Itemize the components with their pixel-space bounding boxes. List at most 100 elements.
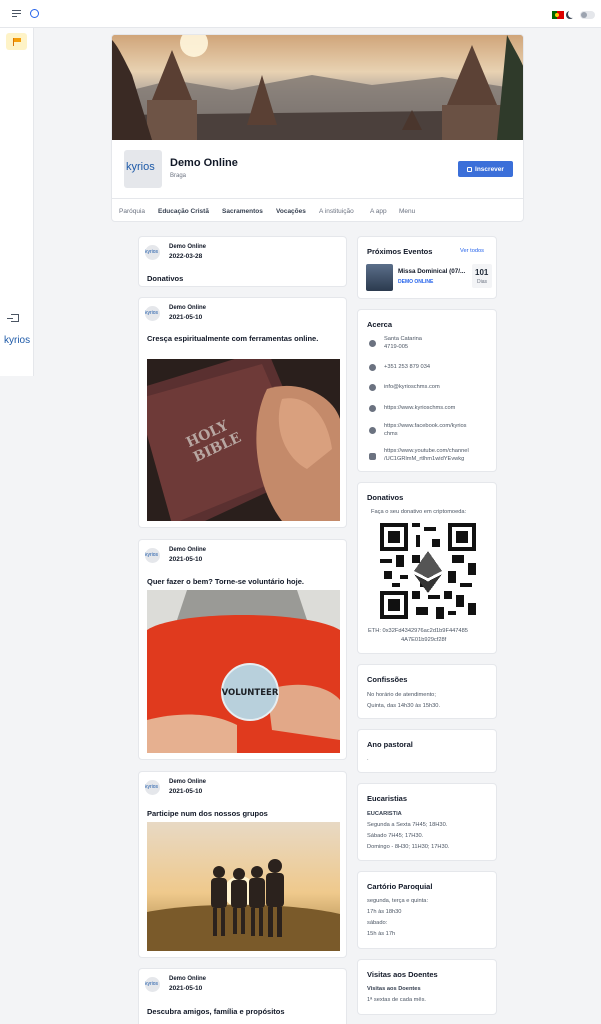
facebook-icon [369, 427, 376, 434]
confessions-title: Confissões [367, 675, 408, 684]
portugal-flag-icon[interactable] [552, 11, 564, 19]
sidebar: kyrios [0, 28, 34, 376]
registry-line-1: segunda, terça e quinta: [367, 898, 429, 904]
registry-card: Cartório Paroquial segunda, terça e quin… [357, 871, 497, 949]
tab-paroquia[interactable]: Paróquia [119, 208, 145, 215]
donations-title: Donativos [367, 493, 404, 502]
hamburger-icon[interactable] [12, 10, 21, 18]
visits-card: Visitas aos Doentes Visitas aos Doentes … [357, 959, 497, 1015]
profile-location: Braga [170, 173, 187, 179]
moon-icon[interactable] [568, 10, 576, 18]
about-title: Acerca [367, 320, 393, 329]
tab-a-app[interactable]: A app [370, 208, 387, 215]
avatar: kyrios [145, 780, 160, 795]
post-date: 2021-05-10 [169, 556, 203, 563]
profile-name: Demo Online [170, 157, 238, 169]
post-card[interactable]: kyrios Demo Online 2021-05-10 Participe … [138, 771, 347, 958]
pastoral-card: Ano pastoral . [357, 729, 497, 773]
event-days-badge: 101 Dias [472, 264, 492, 288]
registry-line-2: 17h às 18h30 [367, 909, 402, 915]
post-card[interactable]: kyrios Demo Online 2021-05-10 Cresça esp… [138, 297, 347, 528]
youtube-link-line-2[interactable]: /UC1GRlmM_rtlhm1widYEvwkg [384, 455, 464, 464]
qr-code [380, 523, 476, 619]
post-title[interactable]: Descubra amigos, família e propósitos [147, 1007, 337, 1017]
email-link[interactable]: info@kyrioschms.com [384, 383, 440, 392]
post-author[interactable]: Demo Online [169, 244, 206, 250]
profile-logo: kyrios [124, 150, 162, 188]
tab-sacramentos[interactable]: Sacramentos [222, 208, 263, 215]
post-author[interactable]: Demo Online [169, 976, 206, 982]
post-date: 2022-03-28 [169, 253, 203, 260]
volunteer-badge-image[interactable]: VOLUNTEER [147, 590, 340, 753]
facebook-link-line-2[interactable]: chms [384, 430, 398, 439]
youtube-icon [369, 453, 376, 460]
see-all-link[interactable]: Ver todos [460, 247, 484, 256]
visits-heading: Visitas aos Doentes [367, 986, 421, 992]
eucharist-line-3: Domingo - 8H30; 11H30; 17H30. [367, 844, 450, 850]
avatar: kyrios [145, 548, 160, 563]
tab-educacao-crista[interactable]: Educação Cristã [158, 208, 209, 215]
registry-line-4: 15h às 17h [367, 931, 396, 937]
avatar: kyrios [145, 245, 160, 260]
address-line-2: 4719-005 [384, 344, 409, 350]
post-title[interactable]: Participe num dos nossos grupos [147, 809, 337, 819]
post-author[interactable]: Demo Online [169, 779, 206, 785]
email-icon [369, 384, 376, 391]
eucharist-card: Eucaristias EUCARISTIA Segunda a Sexta 7… [357, 783, 497, 861]
eucharist-line-2: Sábado 7H45; 17H30. [367, 833, 424, 839]
flag-icon[interactable] [6, 33, 27, 50]
tab-vocacoes[interactable]: Vocações [276, 208, 306, 215]
link-icon [369, 405, 376, 412]
eucharist-title: Eucaristias [367, 794, 408, 803]
event-thumbnail[interactable] [366, 264, 393, 291]
eucharist-line-1: Segunda a Sexta 7H45; 18H30. [367, 822, 448, 828]
registry-line-3: sábado: [367, 920, 388, 926]
eucharist-heading: EUCARISTIA [367, 811, 402, 817]
location-icon [369, 340, 376, 347]
confessions-line-2: Quinta, das 14h30 às 15h30. [367, 703, 441, 709]
cover-image [112, 35, 523, 140]
login-icon[interactable] [7, 314, 19, 322]
post-author[interactable]: Demo Online [169, 305, 206, 311]
tab-a-instituicao[interactable]: A instituição [319, 208, 354, 215]
group-sunset-image[interactable] [147, 822, 340, 951]
about-card: Acerca Santa Catarina 4719-005 +351 253 … [357, 309, 497, 472]
donations-card: Donativos Faça o seu donativo em criptom… [357, 482, 497, 654]
subscribe-button[interactable]: Inscrever [458, 161, 513, 177]
post-title[interactable]: Cresça espiritualmente com ferramentas o… [147, 334, 337, 344]
post-date: 2021-05-10 [169, 788, 203, 795]
post-card[interactable]: kyrios Demo Online 2021-05-10 Descubra a… [138, 968, 347, 1024]
website-link[interactable]: https://www.kyrioschms.com [384, 404, 455, 413]
event-tag: DEMO ONLINE [398, 279, 434, 285]
profile-card: kyrios Demo Online Braga Inscrever Paróq… [111, 34, 524, 222]
phone-link[interactable]: +351 253 879 034 [384, 363, 430, 372]
post-card[interactable]: kyrios Demo Online 2022-03-28 Donativos [138, 236, 347, 287]
visits-title: Visitas aos Doentes [367, 970, 438, 979]
event-title[interactable]: Missa Dominical (07/... [398, 268, 465, 277]
theme-toggle[interactable] [580, 11, 595, 19]
events-title: Próximos Eventos [367, 247, 433, 256]
pastoral-text: . [367, 756, 369, 762]
avatar: kyrios [145, 977, 160, 992]
confessions-card: Confissões No horário de atendimento; Qu… [357, 664, 497, 719]
top-bar [0, 0, 601, 28]
sidebar-logo[interactable]: kyrios [4, 335, 30, 346]
phone-icon [369, 364, 376, 371]
post-date: 2021-05-10 [169, 314, 203, 321]
visits-text: 1ª sextas de cada mês. [367, 997, 427, 1003]
post-title[interactable]: Donativos [147, 274, 337, 284]
tab-menu[interactable]: Menu [399, 208, 415, 215]
holy-bible-image[interactable]: HOLY BIBLE [147, 359, 340, 521]
eth-address-line-2: 4A7E01b929cf28f [401, 637, 447, 643]
donations-subtitle: Faça o seu donativo em criptomoeda: [371, 509, 467, 515]
post-title[interactable]: Quer fazer o bem? Torne-se voluntário ho… [147, 577, 337, 587]
events-card: Próximos Eventos Ver todos Missa Dominic… [357, 236, 497, 299]
avatar: kyrios [145, 306, 160, 321]
post-card[interactable]: kyrios Demo Online 2021-05-10 Quer fazer… [138, 539, 347, 760]
edit-icon [467, 166, 473, 172]
app-logo-icon[interactable] [30, 9, 39, 18]
profile-tabs: Paróquia Educação Cristã Sacramentos Voc… [112, 198, 523, 221]
post-author[interactable]: Demo Online [169, 547, 206, 553]
eth-address-line-1: ETH: 0x32Fd4342976ac2d1b9F447485 [368, 628, 468, 634]
registry-title: Cartório Paroquial [367, 882, 433, 891]
